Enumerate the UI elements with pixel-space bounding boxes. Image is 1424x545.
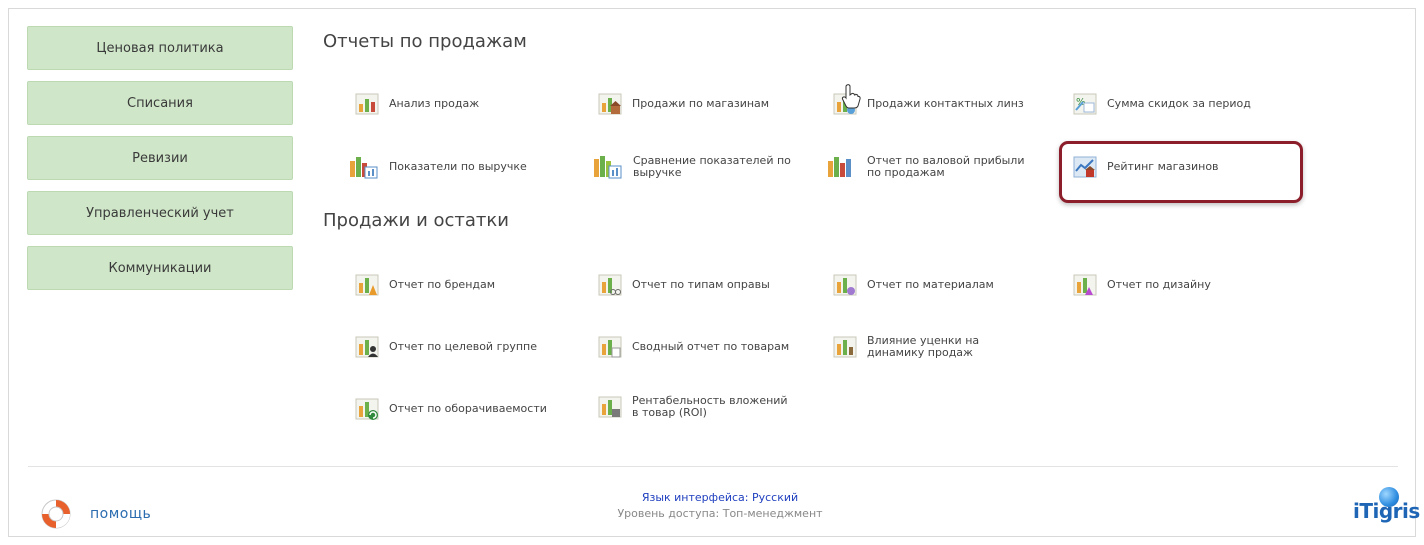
report-gross-profit[interactable]: Отчет по валовой прибыли по продажам bbox=[827, 155, 1032, 179]
help-link[interactable]: помощь bbox=[40, 498, 151, 530]
lifebuoy-icon bbox=[41, 499, 71, 529]
report-design[interactable]: Отчет по дизайну bbox=[1073, 273, 1211, 297]
compare-chart-icon bbox=[594, 156, 622, 179]
section-title-sales-reports: Отчеты по продажам bbox=[323, 31, 527, 52]
roi-chart-icon bbox=[598, 396, 622, 418]
report-markdown-impact[interactable]: Влияние уценки на динамику продаж bbox=[833, 335, 1017, 359]
report-label: Отчет по материалам bbox=[867, 278, 994, 291]
report-roi[interactable]: Рентабельность вложений в товар (ROI) bbox=[598, 395, 797, 419]
logo-text: iTigris bbox=[1353, 499, 1420, 523]
store-chart-icon bbox=[598, 93, 622, 115]
sidebar-item-management-accounting[interactable]: Управленческий учет bbox=[27, 191, 293, 235]
frame-type-chart-icon bbox=[598, 274, 622, 296]
report-label: Сумма скидок за период bbox=[1107, 97, 1251, 110]
summary-chart-icon bbox=[598, 336, 622, 358]
report-materials[interactable]: Отчет по материалам bbox=[833, 273, 994, 297]
footer-info: Язык интерфейса: Русский Уровень доступа… bbox=[590, 491, 850, 520]
turnover-chart-icon bbox=[355, 398, 379, 420]
report-label: Отчет по брендам bbox=[389, 278, 496, 291]
report-revenue-comparison[interactable]: Сравнение показателей по выручке bbox=[593, 155, 803, 179]
report-label: Продажи контактных линз bbox=[867, 97, 1024, 110]
sidebar-item-audits[interactable]: Ревизии bbox=[27, 136, 293, 180]
report-label: Отчет по дизайну bbox=[1107, 278, 1211, 291]
material-chart-icon bbox=[833, 274, 857, 296]
report-label: Отчет по целевой группе bbox=[389, 340, 537, 353]
target-group-chart-icon bbox=[355, 336, 379, 358]
report-label: Сравнение показателей по выручке bbox=[633, 154, 791, 179]
report-label: Показатели по выручке bbox=[389, 160, 527, 173]
report-sales-by-store[interactable]: Продажи по магазинам bbox=[598, 92, 769, 116]
discount-icon: % bbox=[1073, 93, 1097, 115]
help-label[interactable]: помощь bbox=[90, 506, 151, 522]
report-target-group[interactable]: Отчет по целевой группе bbox=[355, 335, 537, 359]
sidebar-item-communications[interactable]: Коммуникации bbox=[27, 246, 293, 290]
design-chart-icon bbox=[1073, 274, 1097, 296]
sidebar-item-write-offs[interactable]: Списания bbox=[27, 81, 293, 125]
brand-chart-icon bbox=[355, 274, 379, 296]
report-label: Отчет по оборачиваемости bbox=[389, 402, 547, 415]
report-label: Сводный отчет по товарам bbox=[632, 340, 790, 353]
report-discount-sum[interactable]: % Сумма скидок за период bbox=[1073, 92, 1251, 116]
section-title-sales-and-stock: Продажи и остатки bbox=[323, 210, 509, 231]
revenue-chart-icon bbox=[350, 157, 378, 179]
report-label: Продажи по магазинам bbox=[632, 97, 770, 110]
access-level-text: Уровень доступа: Топ-менеджмент bbox=[617, 507, 823, 520]
sidebar: Ценовая политика Списания Ревизии Управл… bbox=[27, 26, 293, 301]
report-store-rating[interactable]: Рейтинг магазинов bbox=[1073, 155, 1219, 179]
report-brands[interactable]: Отчет по брендам bbox=[355, 273, 495, 297]
report-label: Анализ продаж bbox=[389, 97, 480, 110]
report-label: Отчет по валовой прибыли по продажам bbox=[867, 154, 1025, 179]
report-label: Рентабельность вложений в товар (ROI) bbox=[632, 394, 788, 419]
footer-divider bbox=[28, 466, 1398, 467]
profit-chart-icon bbox=[828, 157, 851, 177]
markdown-chart-icon bbox=[833, 336, 857, 358]
report-turnover[interactable]: Отчет по оборачиваемости bbox=[355, 397, 547, 421]
report-goods-summary[interactable]: Сводный отчет по товарам bbox=[598, 335, 789, 359]
report-revenue-indicators[interactable]: Показатели по выручке bbox=[349, 155, 527, 179]
itigris-logo: iTigris bbox=[1353, 487, 1420, 523]
store-rating-icon bbox=[1073, 156, 1097, 178]
report-frame-types[interactable]: Отчет по типам оправы bbox=[598, 273, 770, 297]
bar-chart-icon bbox=[355, 93, 379, 115]
report-label: Влияние уценки на динамику продаж bbox=[867, 334, 980, 359]
report-contact-lens-sales[interactable]: Продажи контактных линз bbox=[833, 92, 1024, 116]
report-label: Рейтинг магазинов bbox=[1107, 160, 1219, 173]
interface-language-link[interactable]: Язык интерфейса: Русский bbox=[590, 491, 850, 504]
hand-cursor-icon bbox=[841, 84, 861, 109]
report-sales-analysis[interactable]: Анализ продаж bbox=[355, 92, 479, 116]
sidebar-item-pricing-policy[interactable]: Ценовая политика bbox=[27, 26, 293, 70]
report-label: Отчет по типам оправы bbox=[632, 278, 770, 291]
